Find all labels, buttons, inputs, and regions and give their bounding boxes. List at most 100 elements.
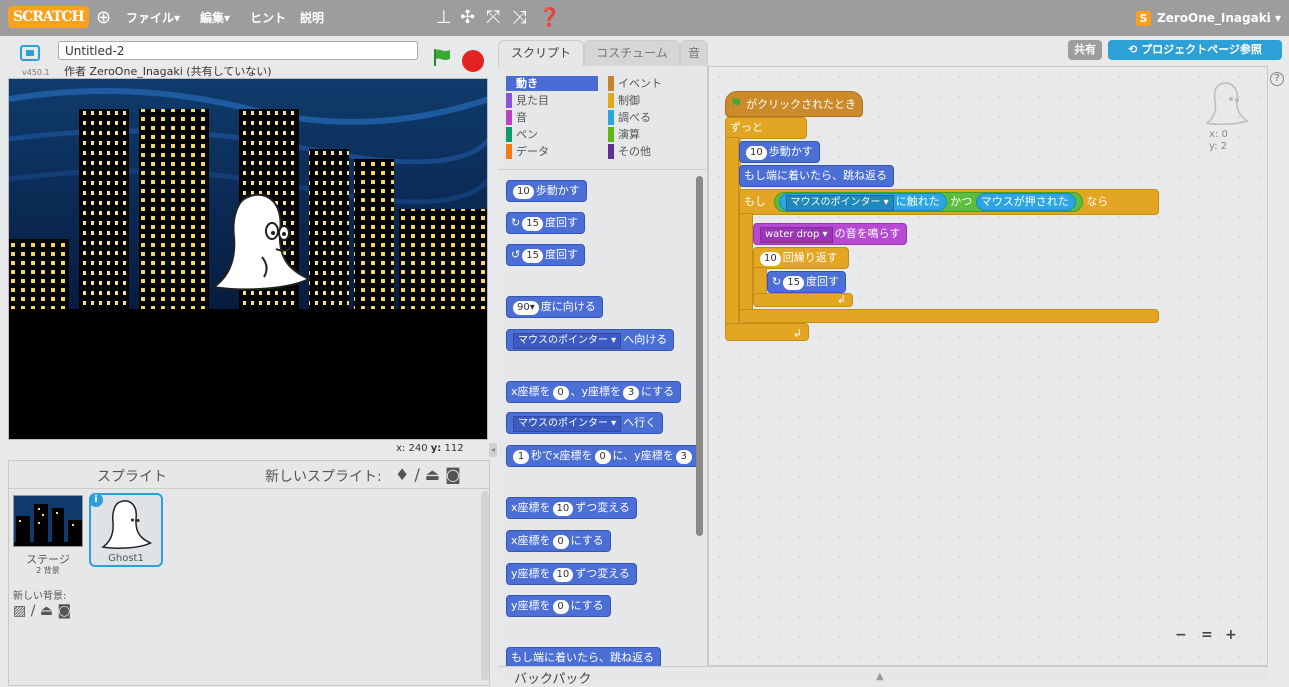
degrees-input[interactable]: 15 — [522, 249, 543, 263]
touching-dropdown[interactable]: マウスのポインター ▾ — [785, 195, 894, 211]
y-input[interactable]: 3 — [675, 450, 692, 464]
stage-canvas[interactable] — [8, 78, 488, 440]
stop-icon[interactable] — [462, 50, 484, 72]
category-events[interactable]: イベント — [608, 76, 700, 91]
tab-scripts[interactable]: スクリプト — [498, 40, 584, 66]
repeat-count-input[interactable]: 10 — [760, 252, 781, 266]
sprite-scrollbar[interactable] — [481, 491, 489, 681]
paint-backdrop-icon[interactable]: / — [31, 603, 36, 619]
block-bounce[interactable]: もし端に着いたら、跳ね返る — [739, 165, 894, 187]
block-point-towards[interactable]: マウスのポインター ▾ へ向ける — [506, 329, 675, 351]
sound-dropdown[interactable]: water drop ▾ — [760, 227, 833, 243]
block-move-steps[interactable]: 10 歩動かす — [739, 141, 820, 163]
camera-sprite-icon[interactable]: ◙ — [445, 465, 461, 484]
fullscreen-icon[interactable] — [20, 45, 40, 61]
category-motion[interactable]: 動き — [506, 76, 598, 91]
help-icon[interactable]: ? — [1270, 72, 1284, 86]
secs-input[interactable]: 1 — [513, 450, 529, 464]
touching-block[interactable]: マウスのポインター ▾ に触れた — [778, 193, 947, 211]
about-menu[interactable]: 説明 — [300, 0, 324, 36]
block-goto[interactable]: マウスのポインター ▾ へ行く — [506, 412, 664, 434]
steps-input[interactable]: 10 — [513, 185, 534, 199]
info-icon[interactable]: i — [89, 493, 103, 507]
choose-sprite-icon[interactable]: ♦ — [395, 465, 409, 484]
block-bounce[interactable]: もし端に着いたら、跳ね返る — [506, 647, 661, 666]
block-change-x[interactable]: x座標を 10 ずつ変える — [506, 497, 637, 519]
category-swatch — [608, 144, 614, 159]
paint-sprite-icon[interactable]: / — [414, 465, 419, 484]
y-input[interactable]: 0 — [552, 600, 569, 614]
and-operator[interactable]: マウスのポインター ▾ に触れた かつ マウスが押された — [773, 192, 1083, 212]
edit-menu[interactable]: 編集▾ — [200, 0, 230, 36]
forever-footer: ↲ — [725, 323, 809, 341]
tab-costumes[interactable]: コスチューム — [584, 40, 680, 66]
category-sensing[interactable]: 調べる — [608, 110, 700, 125]
grow-icon[interactable]: ⤧ — [486, 8, 500, 28]
block-if[interactable]: もし マウスのポインター ▾ に触れた かつ マウスが押された なら — [739, 189, 1159, 215]
expand-arrow-icon[interactable]: ▲ — [876, 671, 884, 682]
category-control[interactable]: 制御 — [608, 93, 700, 108]
block-change-y[interactable]: y座標を 10 ずつ変える — [506, 563, 637, 585]
block-move-steps[interactable]: 10 歩動かす — [506, 180, 587, 202]
script-area[interactable]: ⚑ がクリックされたとき ずっと ↲ 10 歩動かす もし端に着いたら、跳ね返る … — [708, 66, 1268, 666]
target-dropdown[interactable]: マウスのポインター ▾ — [513, 333, 622, 349]
block-set-x[interactable]: x座標を 0 にする — [506, 530, 611, 552]
direction-input[interactable]: 90▾ — [513, 301, 539, 315]
target-dropdown[interactable]: マウスのポインター ▾ — [513, 416, 622, 432]
globe-icon[interactable]: ⊕ — [96, 8, 111, 28]
category-more[interactable]: その他 — [608, 144, 700, 159]
delete-scissors-icon[interactable]: ✣ — [460, 8, 475, 28]
x-input[interactable]: 0 — [552, 535, 569, 549]
category-operators[interactable]: 演算 — [608, 127, 700, 142]
if-footer — [739, 309, 1159, 323]
choose-backdrop-icon[interactable]: ▨ — [13, 603, 26, 619]
duplicate-stamp-icon[interactable]: ⊥ — [436, 8, 452, 28]
block-point-direction[interactable]: 90▾ 度に向ける — [506, 296, 603, 318]
block-repeat[interactable]: 10 回繰り返す — [753, 247, 849, 269]
backpack[interactable]: バックパック ▲ — [498, 666, 1268, 687]
category-pen[interactable]: ペン — [506, 127, 598, 142]
collapse-stage-icon[interactable]: ◂ — [489, 443, 497, 457]
palette-scrollbar[interactable] — [696, 176, 703, 536]
user-menu[interactable]: S ZeroOne_Inagaki ▾ — [1136, 0, 1281, 36]
zoom-out-icon[interactable]: − — [1175, 627, 1187, 643]
category-looks[interactable]: 見た目 — [506, 93, 598, 108]
block-forever[interactable]: ずっと — [725, 117, 807, 139]
dx-input[interactable]: 10 — [552, 502, 574, 516]
project-title-input[interactable] — [58, 41, 418, 60]
x-input[interactable]: 0 — [552, 386, 569, 400]
project-page-button[interactable]: ⟲ プロジェクトページ参照 — [1108, 40, 1282, 60]
category-sound[interactable]: 音 — [506, 110, 598, 125]
block-glide[interactable]: 1 秒でx座標を 0 に、y座標を 3 — [506, 445, 701, 467]
scratch-logo[interactable]: SCRATCH — [8, 6, 89, 28]
sprite-thumbnail[interactable]: i Ghost1 — [89, 493, 163, 567]
zoom-reset-icon[interactable]: = — [1201, 627, 1213, 643]
block-when-flag-clicked[interactable]: ⚑ がクリックされたとき — [725, 91, 864, 117]
tips-menu[interactable]: ヒント — [250, 0, 286, 36]
zoom-in-icon[interactable]: + — [1225, 627, 1237, 643]
block-set-y[interactable]: y座標を 0 にする — [506, 595, 611, 617]
steps-input[interactable]: 10 — [746, 146, 767, 160]
upload-backdrop-icon[interactable]: ⏏ — [40, 603, 53, 619]
mouse-down-block[interactable]: マウスが押された — [975, 193, 1076, 211]
stage-thumbnail[interactable] — [13, 495, 83, 547]
dy-input[interactable]: 10 — [552, 568, 574, 582]
tab-sounds[interactable]: 音 — [680, 40, 708, 66]
upload-sprite-icon[interactable]: ⏏ — [425, 465, 440, 484]
green-flag-icon[interactable] — [432, 48, 452, 66]
x-input[interactable]: 0 — [594, 450, 611, 464]
block-play-sound[interactable]: water drop ▾ の音を鳴らす — [753, 223, 908, 245]
y-input[interactable]: 3 — [623, 386, 640, 400]
degrees-input[interactable]: 15 — [522, 217, 543, 231]
block-goto-xy[interactable]: x座標を 0 、y座標を 3 にする — [506, 381, 682, 403]
camera-backdrop-icon[interactable]: ◙ — [58, 603, 72, 619]
block-turn-right[interactable]: ↻ 15 度回す — [506, 212, 585, 234]
block-turn-left[interactable]: ↺ 15 度回す — [506, 244, 585, 266]
degrees-input[interactable]: 15 — [783, 276, 804, 290]
block-turn-right[interactable]: ↻ 15 度回す — [767, 271, 846, 293]
file-menu[interactable]: ファイル▾ — [126, 0, 180, 36]
help-block-icon[interactable]: ❓ — [538, 8, 560, 28]
shrink-icon[interactable]: ⤨ — [512, 8, 526, 28]
share-button[interactable]: 共有 — [1068, 40, 1102, 60]
category-data[interactable]: データ — [506, 144, 598, 159]
